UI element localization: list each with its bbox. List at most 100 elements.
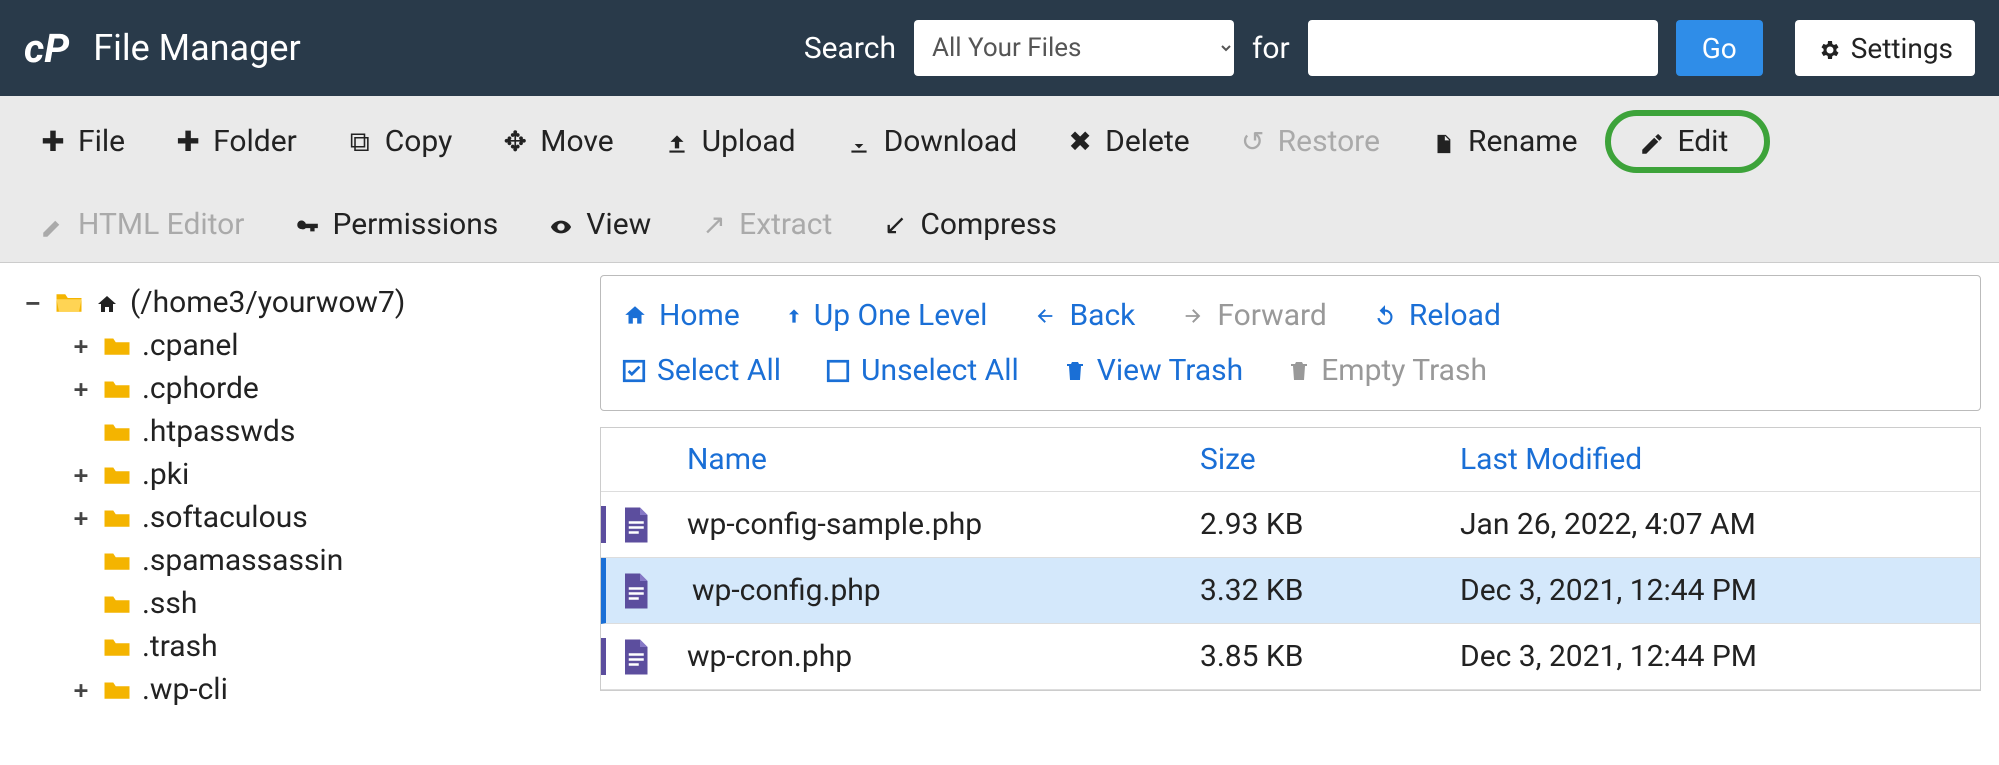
plus-icon: ✚ [38,125,68,158]
app-logo: cP File Manager [24,25,301,72]
folder-open-icon [54,291,84,315]
header-name[interactable]: Name [681,442,1200,477]
table-row[interactable]: wp-config.php3.32 KBDec 3, 2021, 12:44 P… [601,558,1980,624]
nav-unselect-all[interactable]: Unselect All [825,353,1019,388]
tree-item[interactable]: .ssh [22,582,590,625]
file-size: 2.93 KB [1200,507,1460,542]
nav-empty-trash: Empty Trash [1287,353,1487,388]
compress-button[interactable]: ↙Compress [860,201,1077,248]
key-icon [292,208,322,241]
tree-item-label: .trash [142,629,218,664]
main: − (/home3/yourwow7) + .cpanel + .cphorde .ht… [0,263,1999,743]
expand-icon[interactable]: + [70,461,92,489]
file-modified: Dec 3, 2021, 12:44 PM [1460,639,1980,674]
tree-item[interactable]: + .softaculous [22,496,590,539]
tree-item-label: .pki [142,457,189,492]
folder-icon [102,678,132,702]
search-label: Search [804,31,896,66]
edit-button[interactable]: Edit [1605,110,1770,173]
expand-icon[interactable]: + [70,504,92,532]
delete-button[interactable]: ✖Delete [1045,118,1210,165]
search-scope-select[interactable]: All Your Files [914,20,1234,76]
file-name: wp-config-sample.php [681,507,1200,542]
tree-item[interactable]: + .cphorde [22,367,590,410]
home-icon [94,286,120,319]
file-size: 3.85 KB [1200,639,1460,674]
tree-item-label: .softaculous [142,500,308,535]
tree-item[interactable]: + .cpanel [22,324,590,367]
file-icon [620,506,650,543]
extract-icon: ↗ [699,208,729,241]
tree-item-label: .htpasswds [142,414,295,449]
html-editor-button: HTML Editor [18,201,264,248]
nav-home[interactable]: Home [621,298,740,333]
expand-icon[interactable]: + [70,332,92,360]
file-table: Name Size Last Modified wp-config-sample… [600,427,1981,691]
folder-icon [102,506,132,530]
folder-icon [102,420,132,444]
nav-forward: Forward [1179,298,1326,333]
folder-icon [102,377,132,401]
nav-up[interactable]: Up One Level [784,298,988,333]
file-modified: Jan 26, 2022, 4:07 AM [1460,507,1980,542]
file-icon [620,638,650,675]
file-name: wp-cron.php [681,639,1200,674]
folder-icon [102,549,132,573]
file-icon [620,572,650,609]
tree-pane: − (/home3/yourwow7) + .cpanel + .cphorde .ht… [0,263,600,743]
rename-icon [1428,125,1458,158]
header-size[interactable]: Size [1200,442,1460,477]
folder-button[interactable]: ✚Folder [153,118,317,165]
move-button[interactable]: ✥Move [480,118,633,165]
right-pane: Home Up One Level Back Forward Reload [600,263,1999,743]
collapse-icon[interactable]: − [22,289,44,317]
tree-item-label: .cphorde [142,371,259,406]
file-button[interactable]: ✚File [18,118,145,165]
tree-item-label: .spamassassin [142,543,343,578]
pencil-icon [1637,125,1667,158]
table-header: Name Size Last Modified [601,428,1980,492]
folder-icon [102,334,132,358]
go-button[interactable]: Go [1676,20,1763,76]
copy-icon: ⧉ [345,125,375,159]
search-area: Search All Your Files for Go Settings [804,20,1975,76]
search-input[interactable] [1308,20,1658,76]
eye-icon [546,208,576,241]
tree-item[interactable]: + .wp-cli [22,668,590,711]
permissions-button[interactable]: Permissions [272,201,518,248]
extract-button: ↗Extract [679,201,852,248]
compress-icon: ↙ [880,208,910,241]
cpanel-icon: cP [24,25,69,72]
folder-icon [102,463,132,487]
upload-button[interactable]: Upload [642,118,816,165]
edit-doc-icon [38,208,68,241]
expand-icon[interactable]: + [70,676,92,704]
file-modified: Dec 3, 2021, 12:44 PM [1460,573,1980,608]
tree-item-label: .wp-cli [142,672,228,707]
plus-icon: ✚ [173,125,203,158]
folder-icon [102,592,132,616]
tree-item[interactable]: .htpasswds [22,410,590,453]
header-modified[interactable]: Last Modified [1460,442,1980,477]
nav-view-trash[interactable]: View Trash [1063,353,1243,388]
tree-item-label: .cpanel [142,328,239,363]
tree-item[interactable]: .trash [22,625,590,668]
tree-root-label: (/home3/yourwow7) [130,285,405,320]
nav-back[interactable]: Back [1031,298,1135,333]
gear-icon [1817,32,1841,65]
tree-item[interactable]: + .pki [22,453,590,496]
nav-reload[interactable]: Reload [1371,298,1501,333]
rename-button[interactable]: Rename [1408,118,1598,165]
table-row[interactable]: wp-cron.php3.85 KBDec 3, 2021, 12:44 PM [601,624,1980,690]
for-label: for [1252,31,1290,66]
file-size: 3.32 KB [1200,573,1460,608]
nav-select-all[interactable]: Select All [621,353,781,388]
tree-root[interactable]: − (/home3/yourwow7) [22,281,590,324]
settings-button[interactable]: Settings [1795,20,1975,76]
view-button[interactable]: View [526,201,671,248]
copy-button[interactable]: ⧉Copy [325,118,473,165]
expand-icon[interactable]: + [70,375,92,403]
download-button[interactable]: Download [824,118,1038,165]
table-row[interactable]: wp-config-sample.php2.93 KBJan 26, 2022,… [601,492,1980,558]
tree-item[interactable]: .spamassassin [22,539,590,582]
